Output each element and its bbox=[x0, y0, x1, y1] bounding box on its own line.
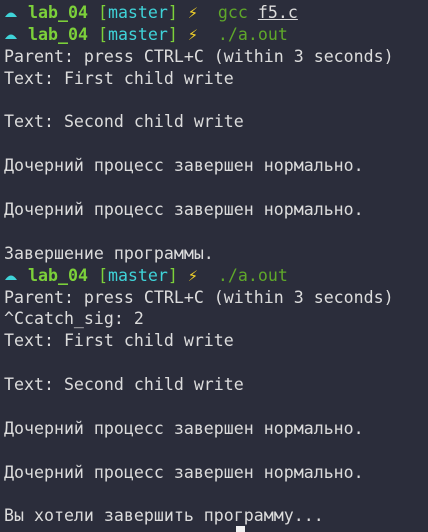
triangle-up-icon bbox=[4, 3, 18, 22]
lightning-bolt-icon: ⚡ bbox=[187, 24, 198, 44]
prompt-git-branch: master bbox=[107, 3, 168, 22]
output-line: Завершение программы. bbox=[4, 243, 214, 263]
output-line: Parent: press CTRL+C (within 3 seconds) bbox=[4, 287, 394, 307]
prompt-directory: lab_04 bbox=[28, 24, 88, 44]
prompt-git-branch: master bbox=[107, 24, 168, 44]
bracket-close: ] bbox=[167, 265, 178, 285]
bracket-open: [ bbox=[97, 24, 108, 44]
output-line: Вы хотели завершить программу... bbox=[4, 506, 324, 526]
bracket-open: [ bbox=[97, 3, 108, 22]
prompt-git-branch: master bbox=[107, 265, 168, 285]
bracket-open: [ bbox=[97, 265, 108, 285]
prompt-line: lab_04 [master] ⚡ ./a.out bbox=[4, 265, 428, 287]
output-line: Parent: press CTRL+C (within 3 seconds) bbox=[4, 46, 394, 66]
triangle-up-icon bbox=[4, 25, 18, 44]
command: ./a.out bbox=[217, 24, 288, 44]
prompt-directory: lab_04 bbox=[28, 3, 88, 22]
triangle-up-icon bbox=[4, 266, 18, 285]
bracket-close: ] bbox=[167, 24, 178, 44]
command: ./a.out bbox=[217, 265, 288, 285]
bracket-close: ] bbox=[167, 3, 178, 22]
output-line: Text: Second child write bbox=[4, 375, 244, 395]
prompt-directory: lab_04 bbox=[28, 265, 88, 285]
prompt-line: lab_04 [master] ⚡ gcc f5.c bbox=[4, 2, 428, 24]
prompt-line: lab_04 [master] ⚡ ./a.out bbox=[4, 24, 428, 46]
output-line: Дочерний процесс завершен нормально. bbox=[4, 200, 364, 220]
output-line: Дочерний процесс завершен нормально. bbox=[4, 418, 364, 438]
terminal-output[interactable]: lab_04 [master] ⚡ gcc f5.c lab_04 [maste… bbox=[4, 2, 428, 527]
output-line: Text: First child write bbox=[4, 331, 234, 351]
lightning-bolt-icon: ⚡ bbox=[187, 3, 198, 22]
output-line: Дочерний процесс завершен нормально. bbox=[4, 462, 364, 482]
output-line: ^Ccatch_sig: 2 bbox=[4, 309, 144, 329]
output-line: Text: Second child write bbox=[4, 112, 244, 132]
terminal-cursor bbox=[236, 526, 245, 532]
output-line: Дочерний процесс завершен нормально. bbox=[4, 156, 364, 176]
output-line: Text: First child write bbox=[4, 68, 234, 88]
lightning-bolt-icon: ⚡ bbox=[187, 265, 198, 285]
command-argument: f5.c bbox=[257, 3, 298, 22]
command: gcc bbox=[217, 3, 248, 22]
